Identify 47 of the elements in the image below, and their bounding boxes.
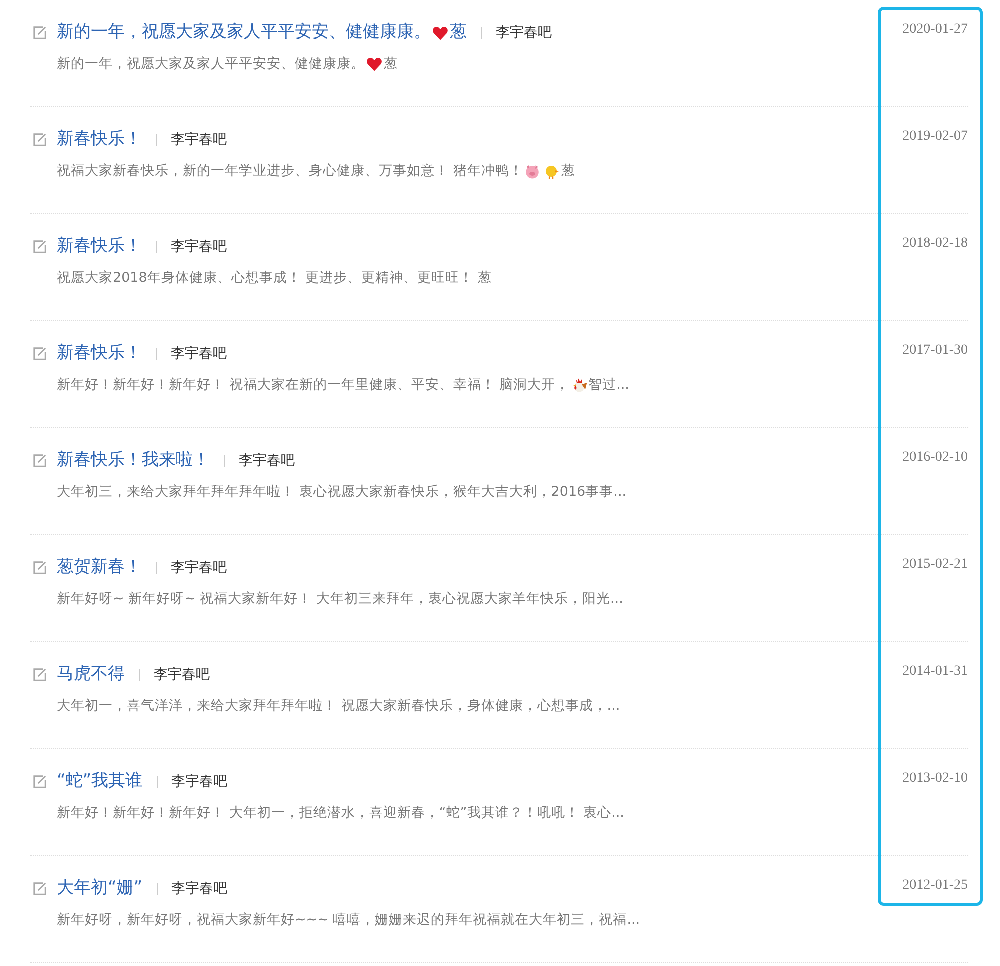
post-excerpt: 新年好！新年好！新年好！ 祝福大家在新的一年里健康、平安、幸福！ 脑洞大开， 智过...	[57, 376, 630, 396]
post-excerpt: 新年好呀，新年好呀，祝福大家新年好~~~ 嘻嘻，姗姗来迟的拜年祝福就在大年初三，祝福...	[57, 910, 642, 930]
post-date: 2020-01-27	[902, 22, 968, 37]
forum-link[interactable]: 李宇春吧	[171, 558, 227, 578]
forum-link[interactable]: 李宇春吧	[171, 130, 227, 150]
post-title-link[interactable]: 新春快乐！	[57, 341, 142, 367]
forum-link[interactable]: 李宇春吧	[172, 878, 228, 900]
edit-icon	[32, 132, 48, 148]
post-date: 2012-01-25	[902, 878, 968, 893]
post-excerpt: 新的一年，祝愿大家及家人平平安安、健健康康。 葱	[57, 54, 399, 74]
post-title-link[interactable]: “蛇”我其谁	[57, 769, 143, 795]
post-date: 2013-02-10	[902, 771, 968, 786]
post-date: 2017-01-30	[902, 343, 968, 358]
heart-icon	[432, 24, 449, 42]
edit-icon	[32, 346, 48, 362]
post-title-link[interactable]: 新春快乐！	[57, 127, 142, 153]
post-title-link[interactable]: 葱贺新春！	[57, 555, 142, 581]
post-excerpt: 新年好呀~ 新年好呀~ 祝福大家新年好！ 大年初三来拜年，衷心祝愿大家羊年快乐，阳光...	[57, 590, 624, 609]
edit-icon	[32, 881, 48, 897]
post-title-link[interactable]: 新春快乐！	[57, 234, 142, 260]
edit-icon	[32, 25, 48, 41]
edit-icon	[32, 453, 48, 469]
forum-link[interactable]: 李宇春吧	[171, 236, 227, 258]
post-excerpt: 大年初一，喜气洋洋，来给大家拜年拜年啦！ 祝愿大家新春快乐，身体健康，心想事成，...	[57, 696, 622, 716]
post-title-link[interactable]: 马虎不得	[57, 662, 125, 688]
post-excerpt: 大年初三，来给大家拜年拜年拜年啦！ 衷心祝愿大家新春快乐，猴年大吉大利，2016事事...	[57, 482, 628, 502]
post-date: 2014-01-31	[902, 664, 968, 679]
edit-icon	[32, 560, 48, 576]
post-title-link[interactable]: 新的一年，祝愿大家及家人平平安安、健健康康。 葱	[57, 20, 467, 46]
post-date: 2016-02-10	[902, 450, 968, 465]
post-date: 2019-02-07	[902, 129, 968, 144]
forum-link[interactable]: 李宇春吧	[239, 450, 295, 472]
forum-link[interactable]: 李宇春吧	[172, 772, 228, 792]
forum-link[interactable]: 李宇春吧	[496, 22, 552, 44]
heart-icon	[366, 56, 383, 72]
edit-icon	[32, 239, 48, 255]
edit-icon	[32, 667, 48, 683]
post-date: 2018-02-18	[902, 236, 968, 251]
post-excerpt: 新年好！新年好！新年好！ 大年初一，拒绝潜水，喜迎新春，“蛇”我其谁？！吼吼！ 衷心...	[57, 804, 626, 823]
post-excerpt: 祝福大家新春快乐，新的一年学业进步、身心健康、万事如意！ 猪年冲鸭！ 葱	[57, 162, 576, 182]
forum-link[interactable]: 李宇春吧	[171, 344, 227, 364]
forum-link[interactable]: 李宇春吧	[154, 664, 210, 686]
post-title-link[interactable]: 大年初“姗”	[57, 876, 143, 902]
edit-icon	[32, 774, 48, 790]
post-title-link[interactable]: 新春快乐！我来啦！	[57, 448, 210, 474]
post-excerpt: 祝愿大家2018年身体健康、心想事成！ 更进步、更精神、更旺旺！ 葱	[57, 268, 493, 288]
post-date: 2015-02-21	[902, 557, 968, 572]
